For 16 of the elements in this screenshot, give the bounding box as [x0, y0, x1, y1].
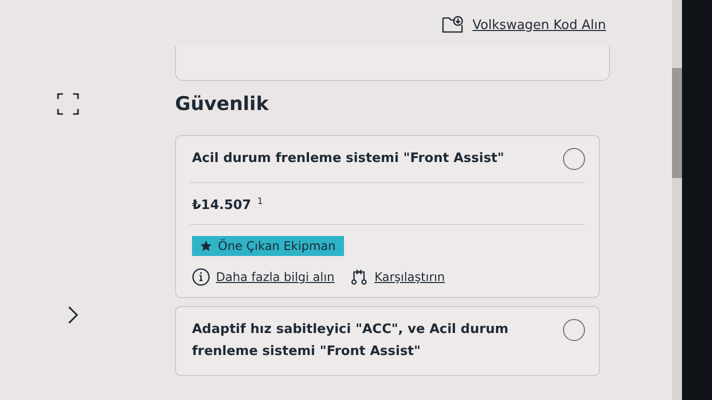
compare-icon: [350, 268, 368, 286]
expand-icon[interactable]: [56, 93, 78, 115]
info-icon: [192, 268, 210, 286]
compare-link[interactable]: Karşılaştırın: [374, 270, 445, 284]
chevron-right-icon[interactable]: [66, 305, 78, 325]
more-info-link[interactable]: Daha fazla bilgi alın: [216, 270, 334, 284]
option-price: ₺14.507 $^{1}$: [192, 198, 263, 213]
scrollbar-thumb[interactable]: [672, 68, 682, 178]
get-code-link[interactable]: Volkswagen Kod Alın: [472, 18, 606, 32]
option-title: Adaptif hız sabitleyici "ACC", ve Acil durum frenleme sistemi "Front Assist": [192, 321, 510, 361]
option-title: Acil durum frenleme sistemi "Front Assist": [192, 150, 504, 168]
radio-button[interactable]: [563, 319, 585, 341]
folder-download-icon: [442, 16, 464, 34]
featured-badge: Öne Çıkan Ekipman: [192, 236, 344, 256]
section-title: Güvenlik: [175, 93, 270, 115]
radio-button[interactable]: [563, 148, 585, 170]
